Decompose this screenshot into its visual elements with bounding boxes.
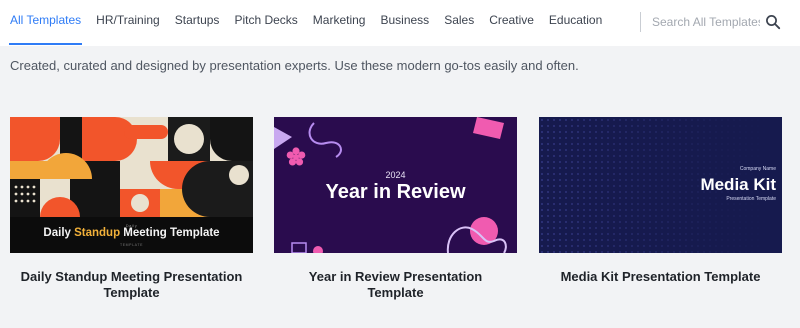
template-thumbnail[interactable]: Daily Daily Standup Meeting Template TEM…	[10, 117, 253, 253]
tab-business[interactable]: Business	[380, 0, 429, 46]
search-input[interactable]	[652, 12, 760, 32]
tab-startups[interactable]: Startups	[175, 0, 220, 46]
thumb-title-part: Meeting Template	[120, 227, 220, 239]
thumb-title-highlight: Standup	[74, 227, 121, 239]
template-thumbnail[interactable]: Company Name Media Kit Presentation Temp…	[539, 117, 782, 253]
page-tagline: Created, curated and designed by present…	[10, 58, 579, 73]
tab-creative[interactable]: Creative	[489, 0, 534, 46]
top-nav-bar: All Templates HR/Training Startups Pitch…	[0, 0, 800, 46]
tab-hr-training[interactable]: HR/Training	[96, 0, 160, 46]
template-card-year-in-review[interactable]: 2024 Year in Review Year in Review Prese…	[274, 117, 517, 301]
thumb-title: Daily Standup Meeting Template	[10, 227, 253, 239]
tab-all-templates[interactable]: All Templates	[8, 0, 83, 46]
search-icon[interactable]	[765, 14, 781, 30]
thumb-title: Media Kit	[700, 175, 776, 194]
thumb-company-name: Company Name	[739, 166, 776, 172]
template-title[interactable]: Media Kit Presentation Template	[539, 269, 782, 285]
template-thumbnail[interactable]: 2024 Year in Review	[274, 117, 517, 253]
template-title[interactable]: Daily Standup Meeting Presentation Templ…	[10, 269, 253, 301]
template-title[interactable]: Year in Review Presentation Template	[274, 269, 517, 301]
thumb-title: Year in Review	[325, 181, 466, 203]
tab-sales[interactable]: Sales	[444, 0, 474, 46]
thumb-year: 2024	[385, 170, 406, 180]
thumb-title-part: Daily	[43, 227, 75, 239]
template-card-media-kit[interactable]: Company Name Media Kit Presentation Temp…	[539, 117, 782, 285]
tab-marketing[interactable]: Marketing	[313, 0, 366, 46]
template-card-daily-standup[interactable]: Daily Daily Standup Meeting Template TEM…	[10, 117, 253, 301]
thumb-subtitle: TEMPLATE	[119, 243, 144, 247]
category-tabs: All Templates HR/Training Startups Pitch…	[8, 0, 617, 46]
search-divider	[640, 12, 641, 32]
tab-education[interactable]: Education	[549, 0, 602, 46]
thumb-subtitle: Presentation Template	[726, 196, 776, 202]
tab-pitch-decks[interactable]: Pitch Decks	[234, 0, 297, 46]
